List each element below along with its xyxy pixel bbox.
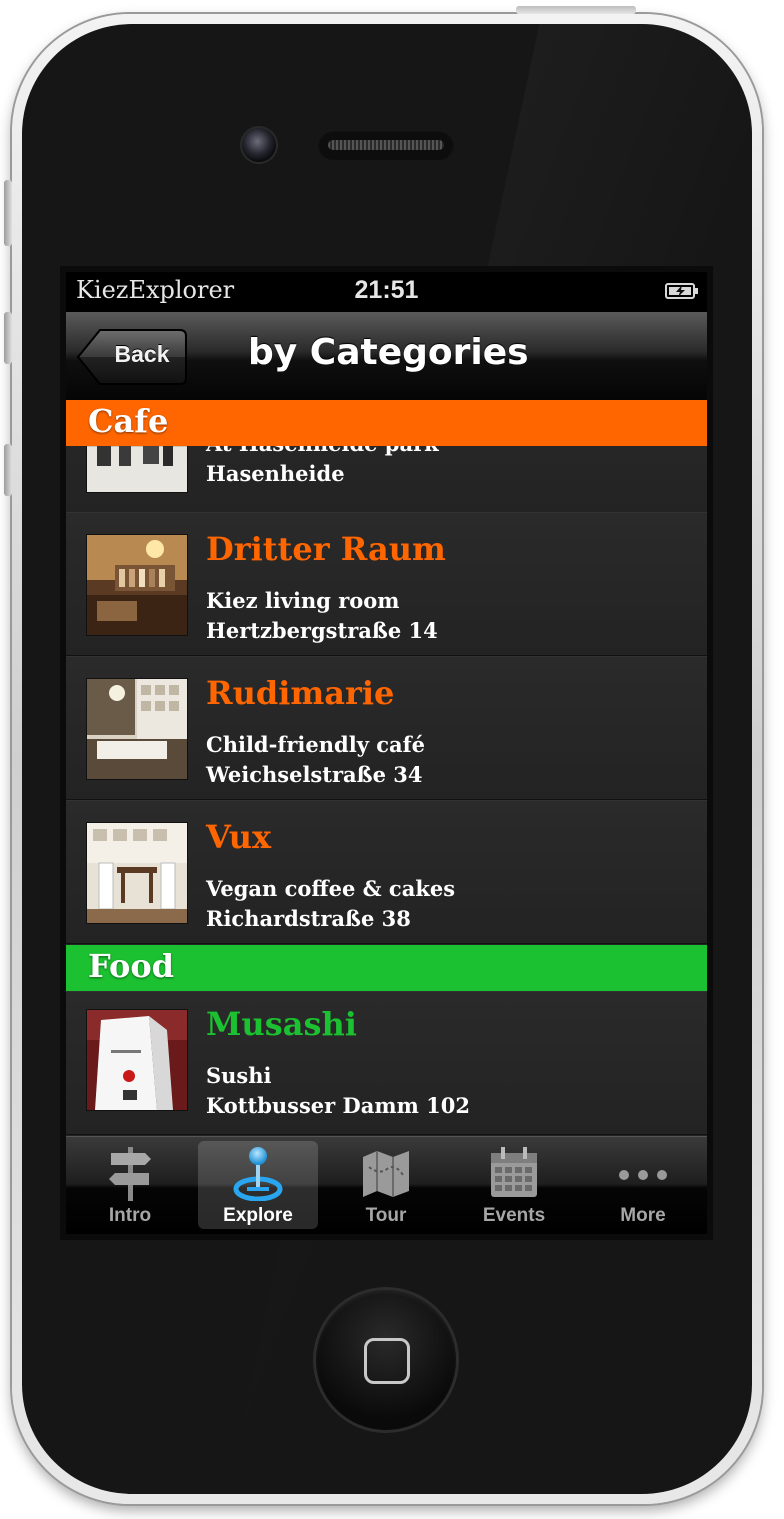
volume-down-button xyxy=(4,444,12,496)
battery-charging-icon xyxy=(665,283,698,299)
home-square-icon xyxy=(364,1338,410,1384)
place-description: Kiez living room xyxy=(206,588,400,613)
place-address: Hertzbergstraße 14 xyxy=(206,618,438,643)
place-description: Sushi xyxy=(206,1063,272,1088)
place-name: Musashi xyxy=(206,1005,357,1043)
tab-label: Intro xyxy=(108,1205,152,1226)
tab-explore[interactable]: Explore xyxy=(198,1141,318,1229)
tab-label: Explore xyxy=(223,1205,293,1226)
tab-tour[interactable]: Tour xyxy=(326,1141,446,1229)
earpiece-speaker xyxy=(318,130,454,160)
place-thumbnail xyxy=(86,1009,188,1111)
category-list[interactable]: Cafe At Hasenheide park Hasenheide xyxy=(66,400,707,1136)
back-button[interactable]: Back xyxy=(76,328,188,386)
tab-label: More xyxy=(620,1205,666,1226)
place-description: Child-friendly café xyxy=(206,732,426,757)
app-screen: KiezExplorer 21:51 Back by Categories Ca… xyxy=(66,272,707,1234)
tab-intro[interactable]: Intro xyxy=(70,1141,190,1229)
page-title: by Categories xyxy=(248,332,529,373)
home-button[interactable] xyxy=(316,1290,456,1430)
list-item[interactable]: Dritter Raum Kiez living room Hertzbergs… xyxy=(66,512,707,656)
section-title: Food xyxy=(88,947,175,985)
map-icon xyxy=(363,1151,409,1197)
back-button-label: Back xyxy=(114,341,170,367)
place-description: Vegan coffee & cakes xyxy=(206,876,456,901)
tab-label: Tour xyxy=(365,1205,407,1226)
list-item[interactable]: Rudimarie Child-friendly café Weichselst… xyxy=(66,656,707,800)
list-item[interactable]: Musashi Sushi Kottbusser Damm 102 xyxy=(66,991,707,1135)
place-name: Vux xyxy=(206,818,272,856)
section-header-cafe: Cafe xyxy=(66,400,707,446)
more-dots-icon xyxy=(619,1170,667,1180)
tab-label: Events xyxy=(482,1205,546,1226)
section-title: Cafe xyxy=(88,402,169,440)
place-thumbnail xyxy=(86,822,188,924)
tab-bar: Intro Explore Tour Events More xyxy=(66,1136,707,1234)
signpost-icon xyxy=(109,1147,151,1201)
volume-up-button xyxy=(4,312,12,364)
status-time: 21:51 xyxy=(354,276,419,304)
map-pin-icon xyxy=(233,1147,283,1201)
list-item[interactable]: Vux Vegan coffee & cakes Richardstraße 3… xyxy=(66,800,707,944)
front-camera xyxy=(242,128,276,162)
place-address: Richardstraße 38 xyxy=(206,906,411,931)
status-bar: KiezExplorer 21:51 xyxy=(66,272,707,312)
tab-more[interactable]: More xyxy=(583,1141,703,1229)
place-address: Hasenheide xyxy=(206,461,345,486)
place-name: Dritter Raum xyxy=(206,530,446,568)
calendar-icon xyxy=(491,1147,537,1197)
place-thumbnail xyxy=(86,678,188,780)
place-name: Rudimarie xyxy=(206,674,395,712)
navigation-bar: Back by Categories xyxy=(66,312,707,401)
tab-events[interactable]: Events xyxy=(454,1141,574,1229)
place-address: Kottbusser Damm 102 xyxy=(206,1093,470,1118)
place-address: Weichselstraße 34 xyxy=(206,762,423,787)
mute-switch xyxy=(4,180,12,246)
section-header-food: Food xyxy=(66,945,707,991)
place-thumbnail xyxy=(86,534,188,636)
power-button xyxy=(516,6,636,14)
